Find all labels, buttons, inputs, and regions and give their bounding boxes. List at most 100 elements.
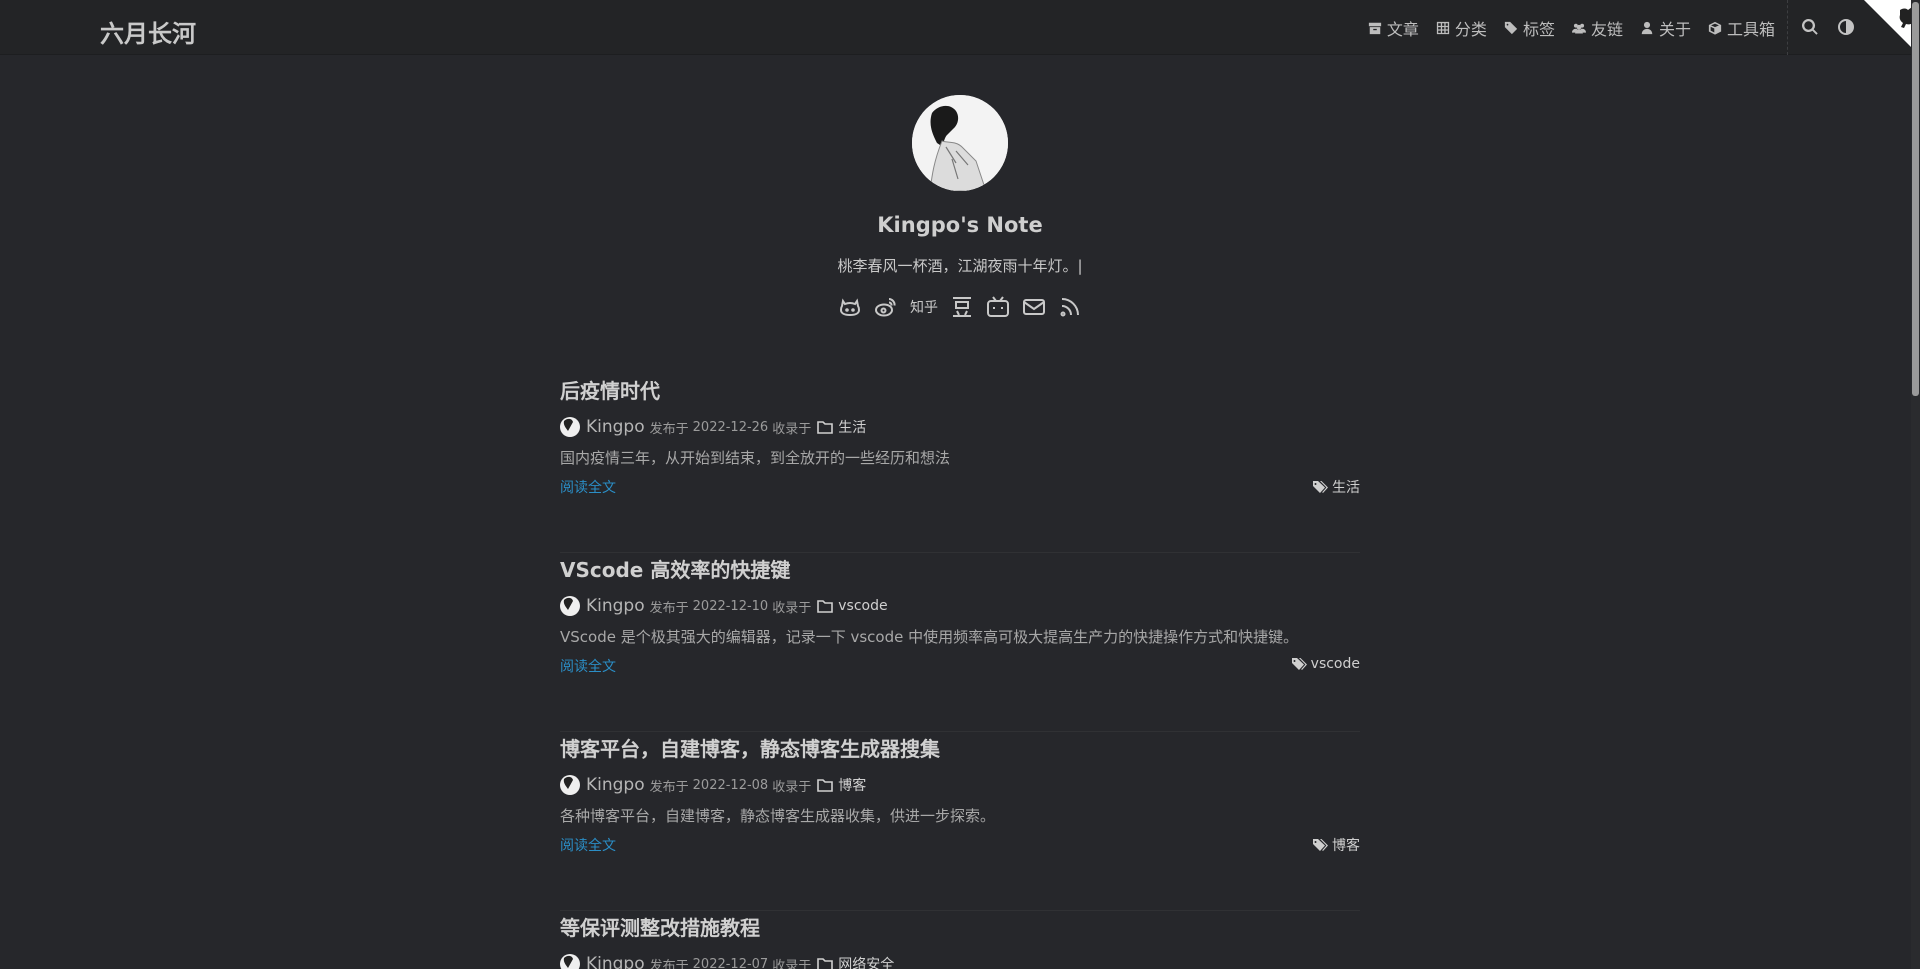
grid-icon [1436,21,1450,34]
douban-icon [953,297,971,317]
post-category[interactable]: 博客 [838,775,866,795]
douban-link[interactable] [950,295,974,319]
avatar [912,95,1008,191]
rss-icon [1060,298,1079,317]
post-meta: Kingpo 发布于 2022-12-26 收录于 生活 [560,417,866,437]
nav-item-friends[interactable]: 友链 [1571,16,1623,40]
post-tag[interactable]: 博客 [1313,835,1360,855]
archive-icon [1368,22,1382,34]
nav-item-about[interactable]: 关于 [1640,16,1691,40]
post-item: VScode 高效率的快捷键 Kingpo 发布于 2022-12-10 收录于… [560,554,1360,732]
published-label: 发布于 [649,958,689,969]
post-meta: Kingpo 发布于 2022-12-08 收录于 博客 [560,775,866,795]
post-meta: Kingpo 发布于 2022-12-07 收录于 网络安全 [560,954,894,969]
avatar-image [912,95,1008,191]
post-item: 等保评测整改措施教程 Kingpo 发布于 2022-12-07 收录于 网络安… [560,912,1360,969]
published-label: 发布于 [649,779,689,795]
user-icon [1641,21,1653,34]
zhihu-link[interactable]: 知乎 [910,297,938,317]
post-tag-label: 博客 [1332,838,1360,854]
post-item: 博客平台，自建博客，静态博客生成器搜集 Kingpo 发布于 2022-12-0… [560,733,1360,911]
category-label: 收录于 [772,600,812,616]
post-title[interactable]: 等保评测整改措施教程 [560,912,760,941]
search-icon [1802,19,1818,35]
read-more-link[interactable]: 阅读全文 [560,477,616,497]
author-avatar [560,417,580,437]
nav-label: 关于 [1658,19,1691,39]
folder-icon [817,420,834,434]
folder-icon [817,957,834,969]
post-tag[interactable]: vscode [1291,656,1360,672]
post-excerpt: 国内疫情三年，从开始到结束，到全放开的一些经历和想法 [560,449,951,467]
nav-item-categories[interactable]: 分类 [1436,16,1487,40]
published-label: 发布于 [649,421,689,437]
blog-motto: 桃李春风一杯酒，江湖夜雨十年灯。| [837,257,1083,275]
post-category[interactable]: 网络安全 [838,954,894,969]
users-icon [1571,23,1586,33]
main-nav: 文章 分类 标签 友链 关于 工具箱 [1351,0,1775,55]
nav-item-toolbox[interactable]: 工具箱 [1708,16,1775,40]
author-avatar [560,775,580,795]
weibo-icon [875,298,896,317]
scrollbar[interactable] [1911,0,1920,969]
site-title[interactable]: 六月长河 [100,14,196,49]
post-meta: Kingpo 发布于 2022-12-10 收录于 vscode [560,596,888,616]
post-title[interactable]: 博客平台，自建博客，静态博客生成器搜集 [560,733,940,762]
category-label: 收录于 [772,958,812,969]
search-button[interactable] [1801,18,1819,36]
post-date: 2022-12-26 [692,419,769,435]
theme-toggle-icon [1838,19,1854,35]
post-author[interactable]: Kingpo [586,596,645,616]
nav-item-tags[interactable]: 标签 [1504,16,1555,40]
bilibili-icon [987,296,1009,317]
category-label: 收录于 [772,779,812,795]
nav-item-articles[interactable]: 文章 [1368,16,1419,40]
bilibili-link[interactable] [986,295,1010,319]
post-title[interactable]: VScode 高效率的快捷键 [560,554,790,583]
nav-divider [1787,0,1788,55]
published-label: 发布于 [649,600,689,616]
weibo-link[interactable] [874,295,898,319]
read-more-link[interactable]: 阅读全文 [560,835,616,855]
post-tag[interactable]: 生活 [1313,477,1360,497]
nav-label: 分类 [1454,19,1487,39]
post-category[interactable]: 生活 [838,417,866,437]
post-date: 2022-12-08 [692,777,769,793]
category-label: 收录于 [772,421,812,437]
top-navbar: 六月长河 文章 分类 标签 友链 关于 工具箱 [0,0,1920,56]
blog-name: Kingpo's Note [877,213,1043,237]
post-title[interactable]: 后疫情时代 [560,375,660,404]
post-excerpt: 各种博客平台，自建博客，静态博客生成器收集，供进一步探索。 [560,807,996,825]
social-links: 知乎 [0,295,1920,319]
post-date: 2022-12-07 [692,956,769,969]
theme-toggle-button[interactable] [1837,18,1855,36]
post-author[interactable]: Kingpo [586,775,645,795]
email-link[interactable] [1022,295,1046,319]
nav-label: 文章 [1386,19,1419,39]
github-link[interactable] [838,295,862,319]
author-avatar [560,596,580,616]
zhihu-icon: 知乎 [910,300,938,316]
post-category[interactable]: vscode [838,598,887,614]
tag-icon [1313,480,1328,493]
post-author[interactable]: Kingpo [586,954,645,969]
github-icon [839,298,861,317]
nav-label: 标签 [1522,19,1555,39]
read-more-link[interactable]: 阅读全文 [560,656,616,676]
cube-icon [1708,21,1722,35]
folder-icon [817,599,834,613]
post-author[interactable]: Kingpo [586,417,645,437]
mail-icon [1023,299,1045,315]
rss-link[interactable] [1058,295,1082,319]
post-tag-label: vscode [1310,656,1360,672]
folder-icon [817,778,834,792]
tag-icon [1291,657,1307,670]
post-tag-label: 生活 [1332,480,1360,496]
nav-label: 友链 [1590,19,1623,39]
tag-icon [1504,21,1518,34]
post-date: 2022-12-10 [692,598,769,614]
scrollbar-thumb[interactable] [1912,2,1919,396]
post-item: 后疫情时代 Kingpo 发布于 2022-12-26 收录于 生活 国内疫情三… [560,375,1360,553]
author-avatar [560,954,580,969]
nav-label: 工具箱 [1726,19,1775,39]
